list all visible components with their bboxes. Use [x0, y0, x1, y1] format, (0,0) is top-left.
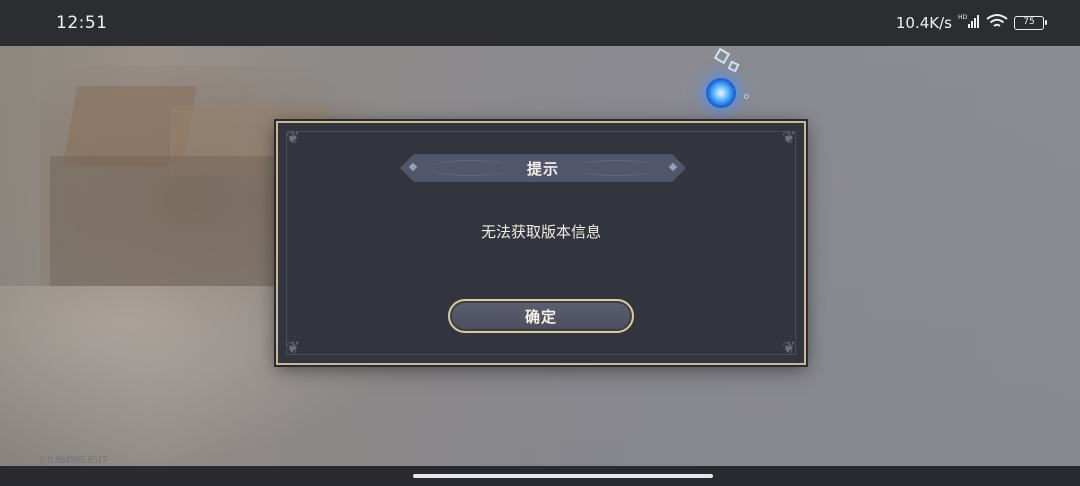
- loading-orb-icon: [706, 78, 736, 108]
- hd-signal-icon: HD: [958, 13, 980, 33]
- svg-text:HD: HD: [958, 14, 968, 21]
- status-bar: 12:51 10.4K/s HD 75: [0, 0, 1080, 46]
- flourish-ornament: [576, 160, 656, 176]
- dialog-title: 提示: [526, 159, 559, 178]
- version-label: 0.0.864995.8517: [40, 455, 108, 466]
- wifi-icon: [986, 13, 1008, 33]
- sparkle-dot-icon: [744, 94, 749, 99]
- alert-dialog: ❦ ❦ ❦ ❦ 提示 无法获取版本信息 确定: [276, 121, 806, 365]
- battery-icon: 75: [1014, 16, 1047, 30]
- dialog-title-banner: 提示: [400, 154, 686, 182]
- corner-ornament-icon: ❦: [286, 338, 300, 357]
- dialog-message: 无法获取版本信息: [480, 223, 601, 241]
- status-indicators: 10.4K/s HD 75: [895, 13, 1047, 33]
- confirm-button-label: 确定: [524, 307, 557, 326]
- flourish-ornament: [430, 160, 510, 176]
- confirm-button[interactable]: 确定: [448, 299, 634, 333]
- navigation-bar: [0, 466, 1080, 486]
- corner-ornament-icon: ❦: [782, 128, 796, 147]
- diamond-icon: [669, 163, 677, 171]
- home-indicator[interactable]: [413, 474, 713, 478]
- corner-ornament-icon: ❦: [782, 338, 796, 357]
- network-speed: 10.4K/s: [895, 14, 952, 32]
- clock: 12:51: [56, 13, 108, 33]
- diamond-icon: [409, 163, 417, 171]
- corner-ornament-icon: ❦: [286, 128, 300, 147]
